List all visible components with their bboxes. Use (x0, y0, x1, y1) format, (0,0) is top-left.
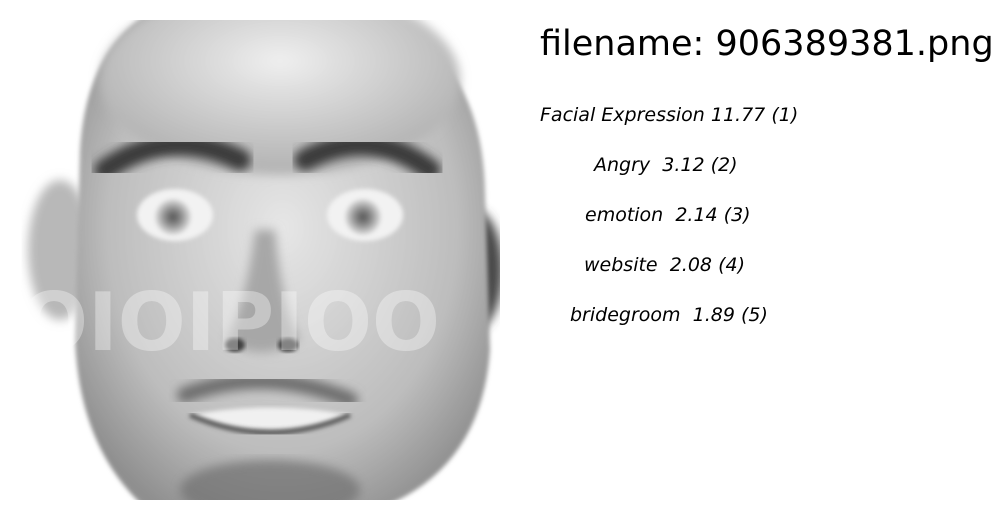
tag-rank: (3) (723, 204, 751, 226)
tag-rank: (1) (771, 104, 799, 126)
watermark-text: OIOIPIOO (20, 276, 440, 369)
tag-rank: (2) (710, 154, 738, 176)
result-card: OIOIPIOO filename: 906389381.png Facial … (0, 0, 1000, 520)
tag-label: website (584, 254, 658, 276)
tag-score: 2.14 (675, 204, 718, 226)
tag-rank: (4) (718, 254, 745, 276)
tag-rank: (5) (740, 304, 768, 326)
tag-score: 2.08 (669, 254, 713, 276)
filename-prefix: filename: (540, 24, 705, 64)
tag-score: 11.77 (710, 104, 766, 126)
tag-label: Angry (594, 154, 651, 176)
tag-item: Angry 3.12 (2) (594, 151, 738, 179)
face-photo: OIOIPIOO (20, 20, 500, 500)
tag-item: emotion 2.14 (3) (585, 201, 751, 229)
tag-score: 1.89 (692, 304, 735, 326)
face-photo-illustration: OIOIPIOO (20, 20, 500, 500)
filename-value: 906389381.png (715, 24, 994, 64)
tag-label: bridegroom (570, 304, 681, 326)
tag-label: Facial Expression (540, 104, 705, 126)
filename-title: filename: 906389381.png (540, 24, 994, 64)
tag-label: emotion (585, 204, 664, 226)
tag-item: website 2.08 (4) (584, 251, 745, 279)
tag-score: 3.12 (662, 154, 705, 176)
tag-item: Facial Expression 11.77 (1) (540, 101, 798, 129)
tag-item: bridegroom 1.89 (5) (570, 301, 768, 329)
